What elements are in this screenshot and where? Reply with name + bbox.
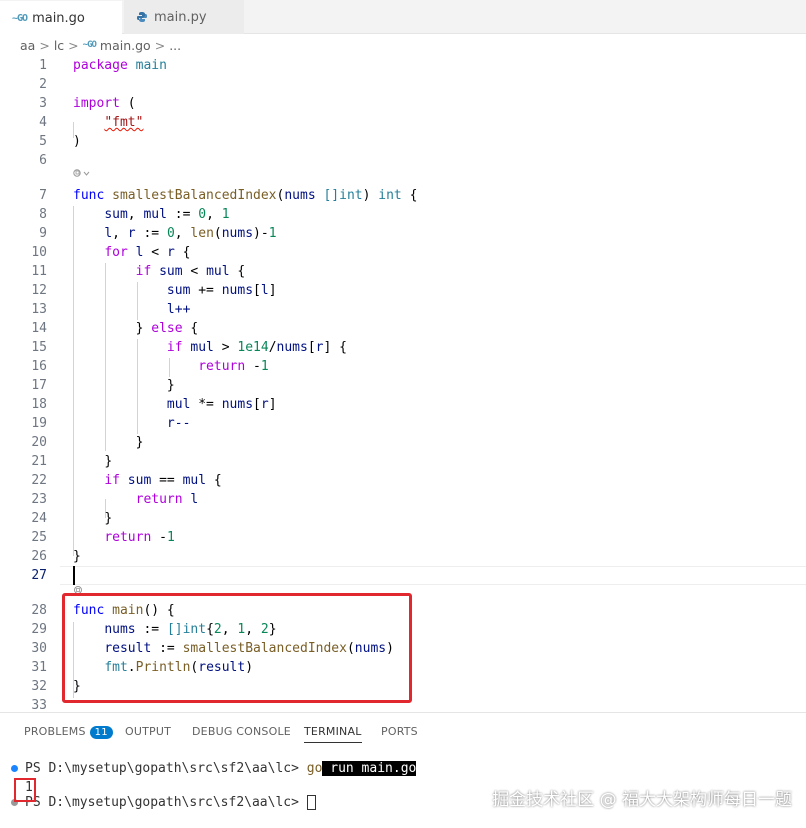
panel-tab-output[interactable]: OUTPUT [125,725,171,738]
terminal-cursor [306,795,316,810]
code-line: 17 } [31,378,175,393]
output-annotation-box [14,778,36,802]
code-line: 10 for l < r { [31,245,191,260]
code-line: 16 return -1 [31,359,269,374]
breadcrumb-item-file[interactable]: main.go [100,38,151,53]
code-line: 15 if mul > 1e14/nums[r] { [31,340,347,355]
command-success-dot-icon [11,765,18,772]
code-line: 5) [39,134,81,149]
code-line: 22 if sum == mul { [31,473,222,488]
code-line: 20 } [31,435,144,450]
panel-tab-ports[interactable]: PORTS [381,725,418,738]
breadcrumb-item-aa[interactable]: aa [20,38,35,53]
code-line: 23 return l [31,492,199,507]
tab-label: main.go [32,10,85,26]
tab-main-py[interactable]: main.py [124,0,244,34]
watermark: 掘金技术社区 @ 福大大架构师每日一题 [492,790,792,810]
code-line: 1 package main [39,58,167,73]
code-line: 24 } [31,511,113,526]
code-line: 7 func smallestBalancedIndex(nums []int) … [39,188,418,203]
code-line: 3 import ( [39,96,136,111]
code-line: 26} [31,549,81,564]
text-cursor [73,566,75,585]
code-line: 9 l, r := 0, len(nums)-1 [39,226,277,241]
highlight-annotation-box [62,593,412,703]
code-line: 12 sum += nums[l] [31,283,277,298]
code-line: 14 } else { [31,321,199,336]
problems-count-badge: 11 [89,726,113,739]
breadcrumb: aa > lc > ~GO main.go > ... [0,34,806,56]
go-file-icon: ~GO [12,12,28,24]
tab-bar: ~GO main.go main.py [0,0,806,35]
breadcrumb-item-symbol[interactable]: ... [169,38,181,53]
code-line: 25 return -1 [31,530,175,545]
code-line: 8 sum, mul := 0, 1 [39,207,230,222]
panel-tab-problems[interactable]: PROBLEMS 11 [24,725,113,739]
chevron-right-icon: > [68,37,79,53]
tab-main-go[interactable]: ~GO main.go [0,0,122,35]
code-line: 4 "fmt" [39,115,144,130]
terminal-line-command: PS D:\mysetup\gopath\src\sf2\aa\lc> go r… [25,761,417,776]
code-line: 18 mul *= nums[r] [31,397,277,412]
tab-label: main.py [154,9,207,25]
code-line-current: 27 [31,568,47,583]
chevron-right-icon: > [39,37,50,53]
code-line: 19 r-- [31,416,191,431]
go-file-icon: ~GO [82,40,97,50]
panel-tab-debug-console[interactable]: DEBUG CONSOLE [192,725,291,738]
terminal-line-prompt[interactable]: PS D:\mysetup\gopath\src\sf2\aa\lc> [25,793,316,812]
python-file-icon [137,12,147,22]
code-line: 11 if sum < mul { [31,264,246,279]
panel-tab-terminal[interactable]: TERMINAL [304,725,362,743]
codelens-icon [73,169,90,177]
codelens[interactable] [0,168,806,184]
code-line: 2 [39,77,47,92]
code-line: 13 l++ [31,302,191,317]
code-line: 21 } [31,454,113,469]
breadcrumb-item-lc[interactable]: lc [54,38,64,53]
chevron-right-icon: > [154,37,166,53]
